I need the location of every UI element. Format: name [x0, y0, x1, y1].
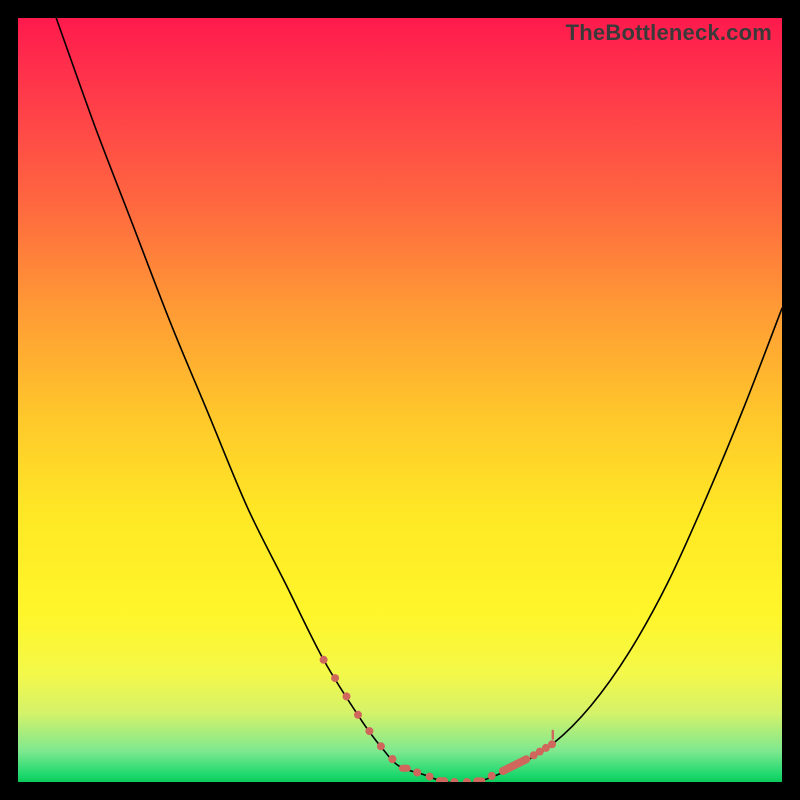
chart-plot-area: TheBottleneck.com: [18, 18, 782, 782]
bottleneck-curve: [56, 18, 782, 782]
watermark-text: TheBottleneck.com: [566, 20, 772, 46]
curve-markers: [320, 656, 556, 782]
chart-svg: [18, 18, 782, 782]
